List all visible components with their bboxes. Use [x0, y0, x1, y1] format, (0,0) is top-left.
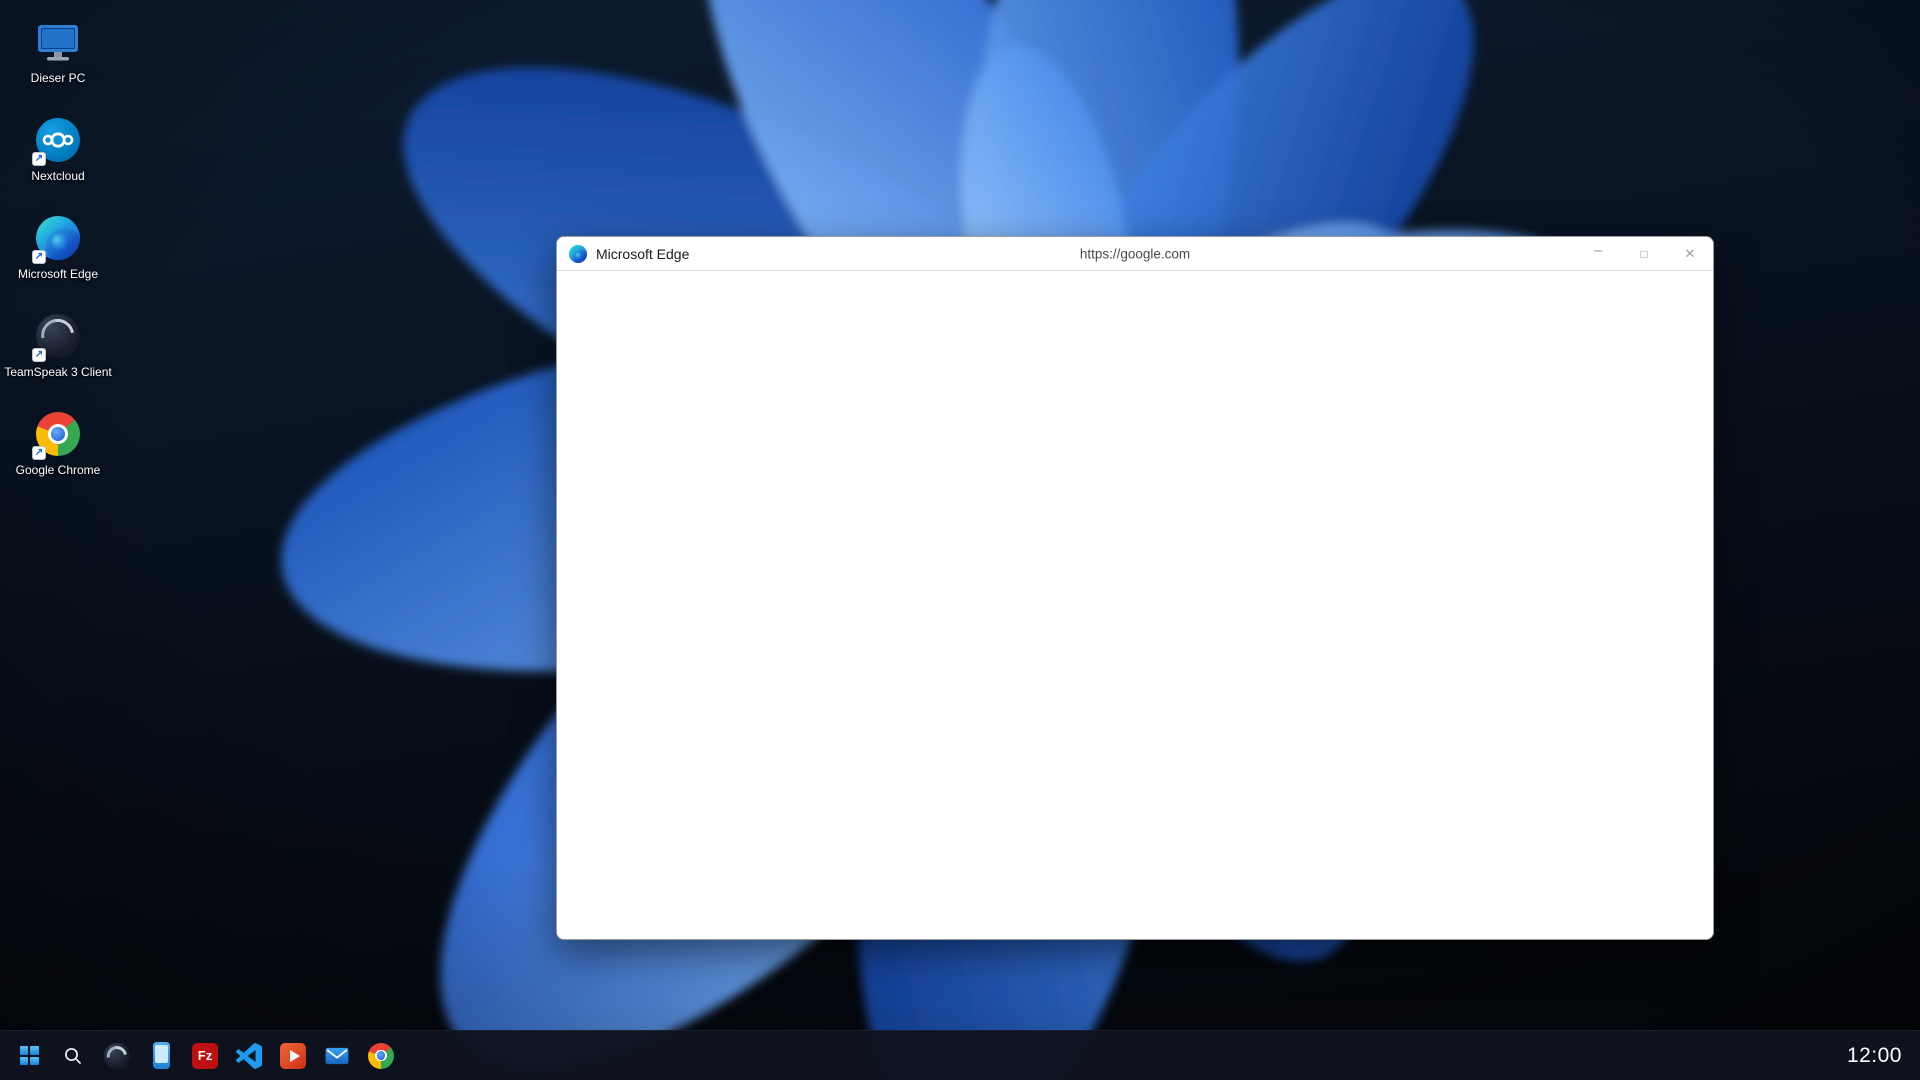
desktop-icon-label: Dieser PC [31, 71, 86, 85]
desktop-icon-column: Dieser PC Nextcloud Microsoft Ed [10, 14, 106, 504]
play-arrow-icon [280, 1043, 306, 1069]
vscode-icon [236, 1043, 262, 1069]
taskbar-item-phone-link[interactable] [140, 1035, 182, 1077]
window-title: Microsoft Edge [596, 246, 689, 262]
this-pc-icon [34, 18, 82, 66]
shortcut-arrow-icon [32, 250, 46, 264]
taskbar-item-mail[interactable] [316, 1035, 358, 1077]
desktop-icon-label: Nextcloud [31, 169, 84, 183]
desktop-icon-label: Microsoft Edge [18, 267, 98, 281]
chrome-icon [34, 410, 82, 458]
shortcut-arrow-icon [32, 446, 46, 460]
taskbar-search-button[interactable] [52, 1035, 94, 1077]
taskbar-item-filezilla[interactable]: Fz [184, 1035, 226, 1077]
edge-window: Microsoft Edge https://google.com – □ ✕ [556, 236, 1714, 940]
nextcloud-icon [34, 116, 82, 164]
taskbar-item-teamspeak[interactable] [96, 1035, 138, 1077]
shortcut-arrow-icon [32, 348, 46, 362]
teamspeak-icon [34, 312, 82, 360]
taskbar-item-vscode[interactable] [228, 1035, 270, 1077]
search-icon [63, 1046, 83, 1066]
desktop-icon-label: Google Chrome [16, 463, 101, 477]
desktop-icon-nextcloud[interactable]: Nextcloud [10, 112, 106, 210]
desktop-icon-microsoft-edge[interactable]: Microsoft Edge [10, 210, 106, 308]
desktop-icon-teamspeak[interactable]: TeamSpeak 3 Client [10, 308, 106, 406]
phone-icon [153, 1042, 170, 1069]
windows-start-icon [20, 1046, 39, 1065]
desktop: Dieser PC Nextcloud Microsoft Ed [0, 0, 1920, 1080]
chrome-icon [368, 1043, 394, 1069]
edge-icon [34, 214, 82, 262]
edge-icon [569, 245, 587, 263]
desktop-icon-dieser-pc[interactable]: Dieser PC [10, 14, 106, 112]
taskbar-item-chrome[interactable] [360, 1035, 402, 1077]
desktop-icon-label: TeamSpeak 3 Client [4, 365, 111, 379]
taskbar-start-button[interactable] [8, 1035, 50, 1077]
maximize-button[interactable]: □ [1621, 237, 1667, 270]
taskbar-clock[interactable]: 12:00 [1847, 1044, 1902, 1068]
mail-icon [324, 1043, 350, 1069]
close-button[interactable]: ✕ [1667, 237, 1713, 270]
shortcut-arrow-icon [32, 152, 46, 166]
window-content[interactable] [557, 271, 1713, 939]
filezilla-icon: Fz [192, 1043, 218, 1069]
window-controls: – □ ✕ [1575, 237, 1713, 270]
taskbar: Fz 12:00 [0, 1030, 1920, 1080]
teamspeak-icon [104, 1043, 130, 1069]
taskbar-item-media[interactable] [272, 1035, 314, 1077]
window-titlebar[interactable]: Microsoft Edge https://google.com – □ ✕ [557, 237, 1713, 271]
window-url: https://google.com [1080, 246, 1190, 261]
desktop-icon-google-chrome[interactable]: Google Chrome [10, 406, 106, 504]
minimize-button[interactable]: – [1575, 237, 1621, 270]
